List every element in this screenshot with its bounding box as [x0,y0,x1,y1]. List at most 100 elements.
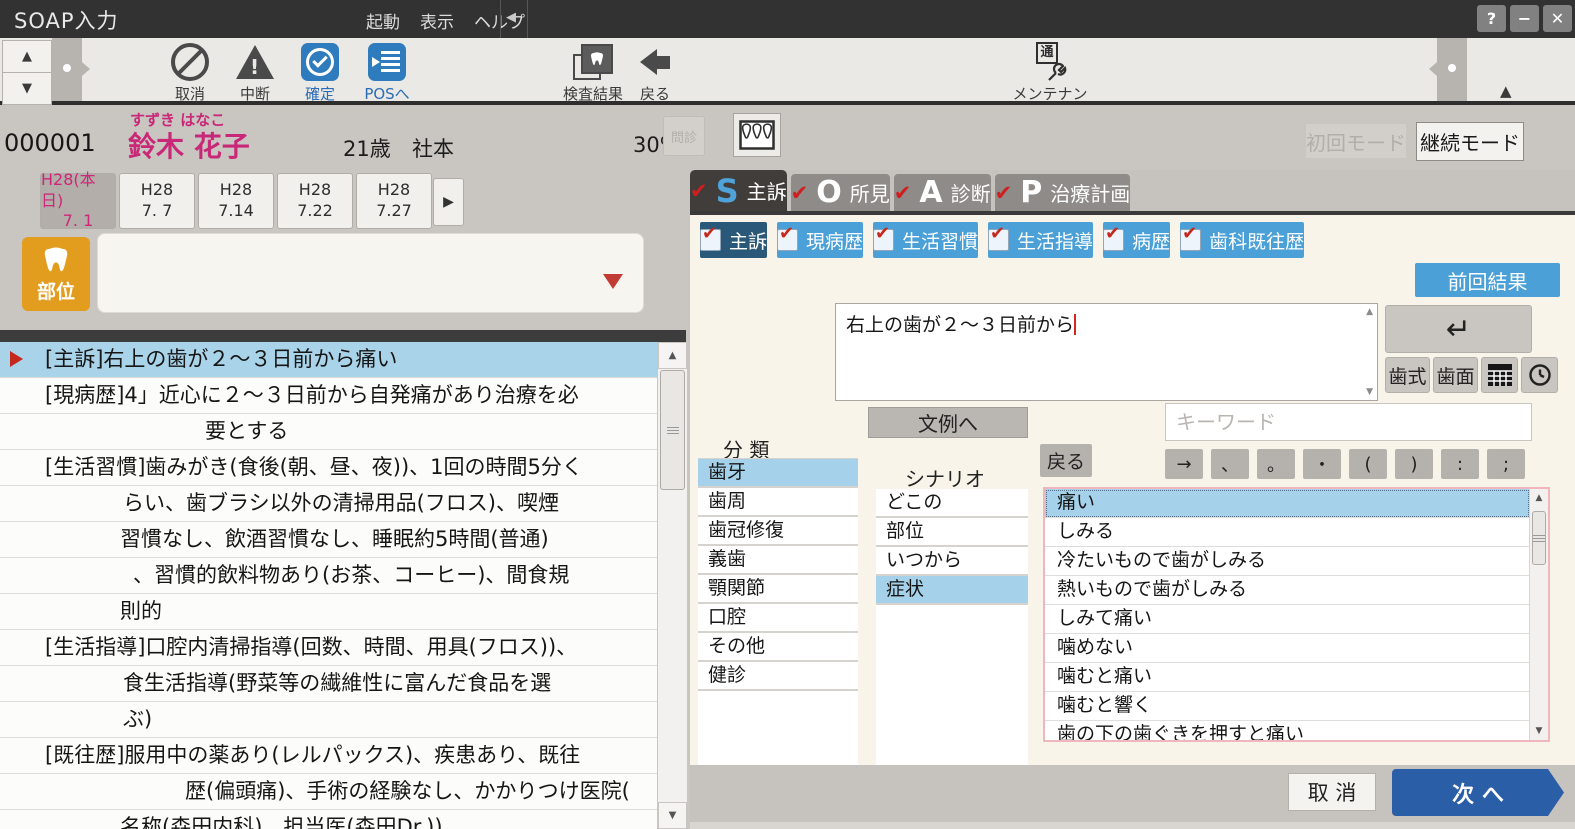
symptom-option[interactable]: 冷たいもので歯がしみる [1045,547,1530,576]
scroll-up-button[interactable]: ▲ [2,40,52,73]
symptom-option[interactable]: 噛むと痛い [1045,663,1530,692]
visit-date-tab[interactable]: H28(本日) 7. 1 [40,173,116,229]
scroll-up-icon[interactable]: ▲ [1500,82,1512,100]
scrollbar-up-button[interactable]: ▲ [1530,489,1548,507]
editor-scroll-up-icon[interactable]: ▲ [1366,307,1373,317]
tooth-surface-button[interactable]: 歯面 [1433,357,1478,393]
soap-tab[interactable]: ✔ S 主訴 [690,170,787,211]
tooth-formula-button[interactable]: 歯式 [1385,357,1430,393]
enter-button[interactable]: ↵ [1385,305,1532,353]
menu-item[interactable]: 表示 [420,8,454,33]
visit-date-tab[interactable]: H28 7.27 [356,173,432,229]
menu-item[interactable]: 起動 [366,8,400,33]
soap-entry-row[interactable]: 習慣なし、飲酒習慣なし、睡眠約5時間(普通) [0,522,686,558]
category-button[interactable]: 歯科既往歴 [1180,222,1304,258]
symbol-key[interactable]: : [1441,449,1479,479]
grid-table-button[interactable] [1481,357,1518,393]
back-toolbar-button[interactable]: 戻る [613,42,697,104]
tooth-chart-button[interactable] [733,113,781,157]
soap-entry-row[interactable]: 食生活指導(野菜等の繊維性に富んだ食品を選 [0,666,686,702]
visit-date-tab[interactable]: H28 7. 7 [119,173,195,229]
soap-entry-row[interactable]: 名称(森田内科)、担当医(森田Dr.)) [0,810,686,829]
symptom-option[interactable]: 歯の下の歯ぐきを押すと痛い [1045,721,1530,742]
help-button[interactable]: ? [1477,5,1506,32]
back-step-button[interactable]: 戻る [1040,444,1092,477]
part-dropdown[interactable] [97,233,644,313]
scrollbar-thumb[interactable] [1532,511,1546,565]
symptom-option[interactable]: 噛めない [1045,634,1530,663]
symbol-key[interactable]: 、 [1211,449,1249,479]
soap-entry-row[interactable]: [現病歴]4」近心に２〜３日前から自発痛があり治療を必 [0,378,686,414]
back-arrow-icon [640,49,670,75]
symptom-option[interactable]: 噛むと響く [1045,692,1530,721]
scenario-item[interactable]: 部位 [876,518,1028,547]
symptom-option[interactable]: しみる [1045,518,1530,547]
soap-tab[interactable]: ✔ P 治療計画 [995,174,1131,211]
classification-item[interactable]: 口腔 [698,604,858,633]
visit-date-tab[interactable]: H28 7.14 [198,173,274,229]
menu-collapse-icon[interactable]: ◀ [506,10,516,25]
symptom-option[interactable]: 熱いもので歯がしみる [1045,576,1530,605]
soap-entry-row[interactable]: らい、歯ブラシ以外の清掃用品(フロス)、喫煙 [0,486,686,522]
soap-entry-row[interactable]: ぶ) [0,702,686,738]
panel-collapse-handle-right[interactable] [1437,38,1467,101]
soap-entry-row[interactable]: 歴(偏頭痛)、手術の経験なし、かかりつけ医院( [0,774,686,810]
symbol-key[interactable]: → [1165,449,1203,479]
minimize-button[interactable]: − [1510,5,1539,32]
phrase-template-button[interactable]: 文例へ [868,407,1028,438]
classification-item[interactable]: 歯冠修復 [698,517,858,546]
soap-entry-row[interactable]: 則的 [0,594,686,630]
soap-entry-row[interactable]: 要とする [0,414,686,450]
date-tabs-next-button[interactable]: ▶ [433,178,464,226]
classification-item[interactable]: その他 [698,633,858,662]
symptom-option[interactable]: しみて痛い [1045,605,1530,634]
symbol-key[interactable]: 。 [1257,449,1295,479]
soap-entry-row[interactable]: 、習慣的飲料物あり(お茶、コーヒー)、間食規 [0,558,686,594]
scrollbar-down-button[interactable]: ▼ [1530,722,1548,740]
classification-item[interactable]: 顎関節 [698,575,858,604]
category-button[interactable]: 生活習慣 [873,222,978,258]
exam-image-icon [573,44,613,80]
continue-mode-button[interactable]: 継続モード [1416,122,1524,161]
symbol-key[interactable]: ; [1487,449,1525,479]
category-button[interactable]: 生活指導 [988,222,1093,258]
classification-item[interactable]: 健診 [698,662,858,691]
classification-item[interactable]: 歯周 [698,488,858,517]
scroll-down-button[interactable]: ▼ [2,72,52,105]
options-scrollbar[interactable]: ▲ ▼ [1529,489,1548,740]
symptom-option[interactable]: 痛い [1045,489,1530,518]
soap-entry-row[interactable]: [主訴]右上の歯が２〜３日前から痛い [0,342,686,378]
category-button[interactable]: 現病歴 [777,222,863,258]
editor-scroll-down-icon[interactable]: ▼ [1366,387,1373,397]
pos-toolbar-button[interactable]: POSへ [345,42,429,104]
scenario-item[interactable]: 症状 [876,576,1028,605]
soap-tab[interactable]: ✔ O 所見 [791,174,890,211]
symbol-key[interactable]: ・ [1303,449,1341,479]
text-editor[interactable]: 右上の歯が２〜３日前から ▲ ▼ [835,303,1378,401]
panel-collapse-handle-left[interactable] [52,38,82,101]
previous-result-button[interactable]: 前回結果 [1415,263,1560,297]
soap-entry-row[interactable]: [既往歴]服用中の薬あり(レルパックス)、疾患あり、既往 [0,738,686,774]
keyword-input[interactable] [1165,403,1532,441]
category-button[interactable]: 病歴 [1103,222,1170,258]
time-button[interactable] [1521,357,1558,393]
scrollbar-down-button[interactable]: ▼ [658,802,687,829]
classification-item[interactable]: 歯牙 [698,459,858,488]
classification-item[interactable]: 義歯 [698,546,858,575]
scenario-item[interactable]: どこの [876,489,1028,518]
list-scrollbar[interactable]: ▲ ▼ [657,342,687,829]
symbol-key[interactable]: ) [1395,449,1433,479]
soap-entry-row[interactable]: [生活習慣]歯みがき(食後(朝、昼、夜))、1回の時間5分く [0,450,686,486]
close-button[interactable]: ✕ [1543,5,1572,32]
scrollbar-thumb[interactable] [660,370,685,490]
cancel-button[interactable]: 取 消 [1288,773,1376,811]
next-button[interactable]: 次 へ [1392,769,1564,816]
symbol-key[interactable]: ( [1349,449,1387,479]
visit-date-tab[interactable]: H28 7.22 [277,173,353,229]
soap-tab[interactable]: ✔ A 診断 [894,174,991,211]
category-button[interactable]: 主訴 [700,222,767,258]
tooth-part-button[interactable]: 部位 [22,237,90,311]
soap-entry-row[interactable]: [生活指導]口腔内清掃指導(回数、時間、用具(フロス))、 [0,630,686,666]
scrollbar-up-button[interactable]: ▲ [658,342,687,369]
scenario-item[interactable]: いつから [876,547,1028,576]
